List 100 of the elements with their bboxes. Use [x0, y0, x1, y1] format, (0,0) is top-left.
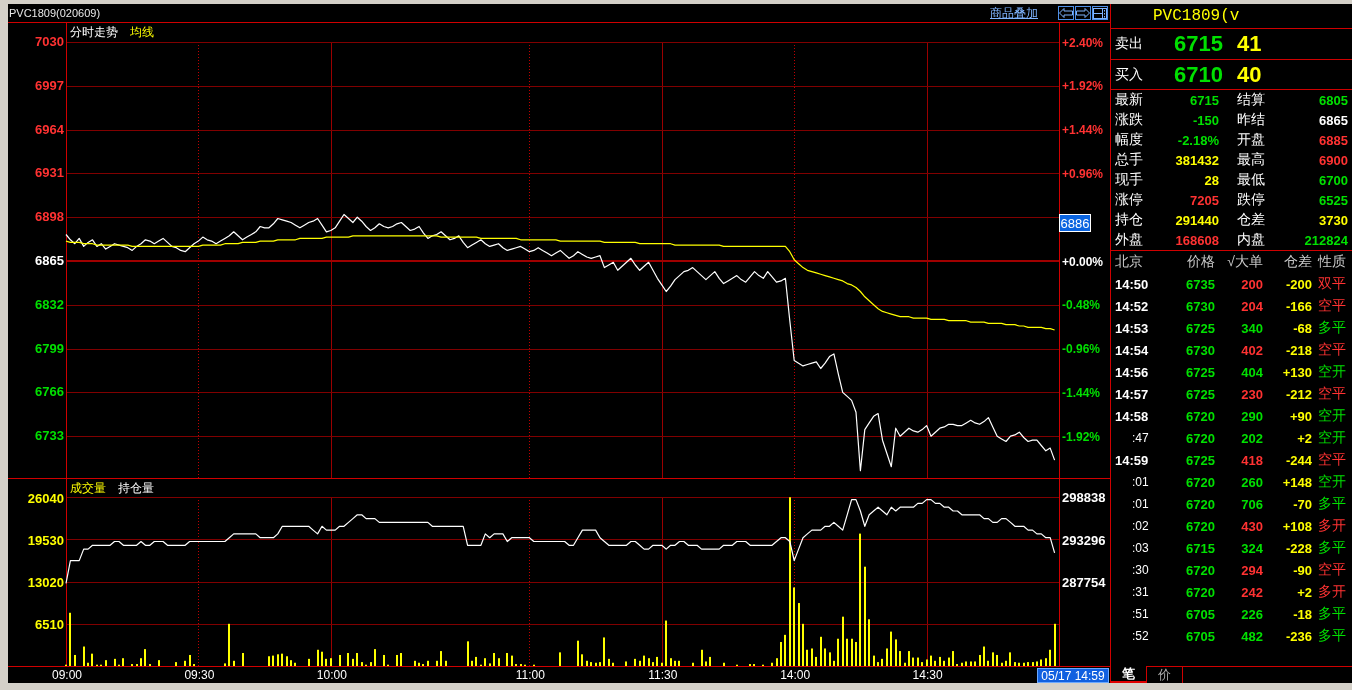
time-axis-label: 14:30 [912, 668, 943, 682]
trade-time: :30 [1131, 563, 1150, 577]
trade-type: 多开 [1317, 517, 1347, 535]
trade-volume: 242 [1240, 584, 1263, 600]
trade-price: 6725 [1185, 320, 1215, 336]
stat-label: 仓差 [1236, 211, 1266, 229]
trade-type: 多平 [1317, 627, 1347, 645]
stat-label: 最低 [1236, 171, 1266, 189]
overlay-link[interactable]: 商品叠加 [990, 4, 1038, 22]
time-axis-label: 11:30 [648, 668, 678, 682]
panel-tab[interactable]: 笔 [1111, 666, 1147, 683]
stat-value: 291440 [1174, 212, 1220, 228]
trade-price: 6730 [1185, 342, 1215, 358]
trade-oi-change: -90 [1292, 562, 1312, 578]
legend-label: 均线 [130, 25, 154, 39]
price-axis-label: 6964 [35, 121, 64, 137]
trade-volume: 290 [1240, 408, 1263, 424]
stat-value: -2.18% [1176, 132, 1220, 148]
trade-volume: 230 [1240, 386, 1263, 402]
trade-oi-change: -68 [1292, 320, 1312, 336]
trade-type: 空平 [1317, 385, 1347, 403]
trade-time: 14:52 [1114, 298, 1150, 314]
trade-oi-change: -244 [1284, 452, 1312, 468]
percent-axis-label: +2.40% [1062, 35, 1104, 50]
price-axis-label: 6931 [35, 165, 64, 181]
scroll-left-button[interactable] [1058, 6, 1074, 20]
trade-price: 6705 [1185, 628, 1215, 644]
trade-volume: 418 [1240, 452, 1263, 468]
trade-volume: 226 [1240, 606, 1263, 622]
trade-time: :52 [1131, 629, 1150, 643]
stat-value: 6885 [1318, 132, 1349, 148]
column-header: √大单 [1226, 253, 1263, 271]
time-axis-label: 09:00 [52, 668, 82, 682]
quote-title: PVC1809(v [1153, 7, 1240, 25]
time-axis-label: 14:00 [780, 668, 811, 682]
stat-value: -150 [1191, 112, 1220, 128]
trade-oi-change: +2 [1296, 430, 1312, 446]
stat-value: 6805 [1318, 92, 1349, 108]
price-axis-label: 6799 [35, 340, 64, 356]
trade-price: 6720 [1185, 562, 1215, 578]
legend-label: 持仓量 [118, 481, 154, 495]
stat-label: 跌停 [1236, 191, 1266, 209]
stat-label: 最新 [1114, 91, 1144, 109]
time-axis-label: 09:30 [184, 668, 215, 682]
stat-label: 内盘 [1236, 231, 1266, 249]
panel-tab[interactable]: 价 [1147, 666, 1183, 683]
percent-axis-label: +0.96% [1062, 166, 1104, 181]
trade-volume: 324 [1240, 540, 1263, 556]
trade-oi-change: +148 [1281, 474, 1312, 490]
trade-price: 6725 [1185, 386, 1215, 402]
trade-price: 6735 [1185, 276, 1215, 292]
trade-time: :47 [1131, 431, 1150, 445]
trade-volume: 204 [1240, 298, 1263, 314]
column-header: 仓差 [1283, 253, 1312, 271]
trade-volume: 200 [1240, 276, 1263, 292]
percent-axis-label: +1.44% [1062, 123, 1104, 138]
stat-label: 最高 [1236, 151, 1266, 169]
stat-label: 现手 [1114, 171, 1144, 189]
stat-value: 28 [1203, 172, 1220, 188]
stat-label: 涨跌 [1114, 111, 1144, 129]
time-axis-label: 10:00 [316, 668, 347, 682]
order-price: 6715 [1173, 31, 1223, 57]
trade-oi-change: -218 [1284, 342, 1312, 358]
trade-type: 多开 [1317, 583, 1347, 601]
trade-volume: 482 [1240, 628, 1263, 644]
trade-volume: 402 [1240, 342, 1263, 358]
percent-axis-label: -0.96% [1062, 342, 1101, 357]
left-arrow-icon [1059, 8, 1073, 18]
trade-volume: 260 [1240, 474, 1263, 490]
trade-oi-change: -166 [1284, 298, 1312, 314]
open-interest-axis-label: 293296 [1062, 532, 1106, 548]
trade-oi-change: +2 [1296, 584, 1312, 600]
volume-axis-label: 13020 [27, 575, 64, 590]
scroll-right-button[interactable] [1075, 6, 1091, 20]
price-axis-label: 6997 [35, 77, 64, 93]
order-label: 买入 [1114, 65, 1144, 84]
trade-price: 6715 [1185, 540, 1215, 556]
layout-button[interactable] [1092, 6, 1108, 20]
price-axis-label: 7030 [35, 34, 64, 49]
stat-value: 6700 [1318, 172, 1349, 188]
stat-label: 开盘 [1236, 131, 1266, 149]
trade-oi-change: -200 [1284, 276, 1312, 292]
percent-axis-label: +0.00% [1062, 254, 1104, 269]
trade-volume: 430 [1240, 518, 1263, 534]
trade-type: 多平 [1317, 539, 1347, 557]
percent-axis-label: -1.92% [1062, 429, 1101, 444]
trade-type: 空平 [1317, 451, 1347, 469]
trade-time: :31 [1131, 585, 1150, 599]
trade-type: 空开 [1317, 407, 1347, 425]
stat-label: 持仓 [1114, 211, 1144, 229]
trade-time: :01 [1131, 475, 1150, 489]
trade-price: 6720 [1185, 496, 1215, 512]
stat-label: 外盘 [1114, 231, 1144, 249]
stat-label: 幅度 [1114, 131, 1144, 149]
stat-value: 6525 [1318, 192, 1349, 208]
cursor-price-label: 6886 [1059, 214, 1091, 232]
trade-type: 空开 [1317, 429, 1347, 447]
trade-volume: 294 [1240, 562, 1263, 578]
volume-axis-label: 19530 [27, 532, 64, 548]
trade-time: 14:53 [1114, 320, 1150, 336]
